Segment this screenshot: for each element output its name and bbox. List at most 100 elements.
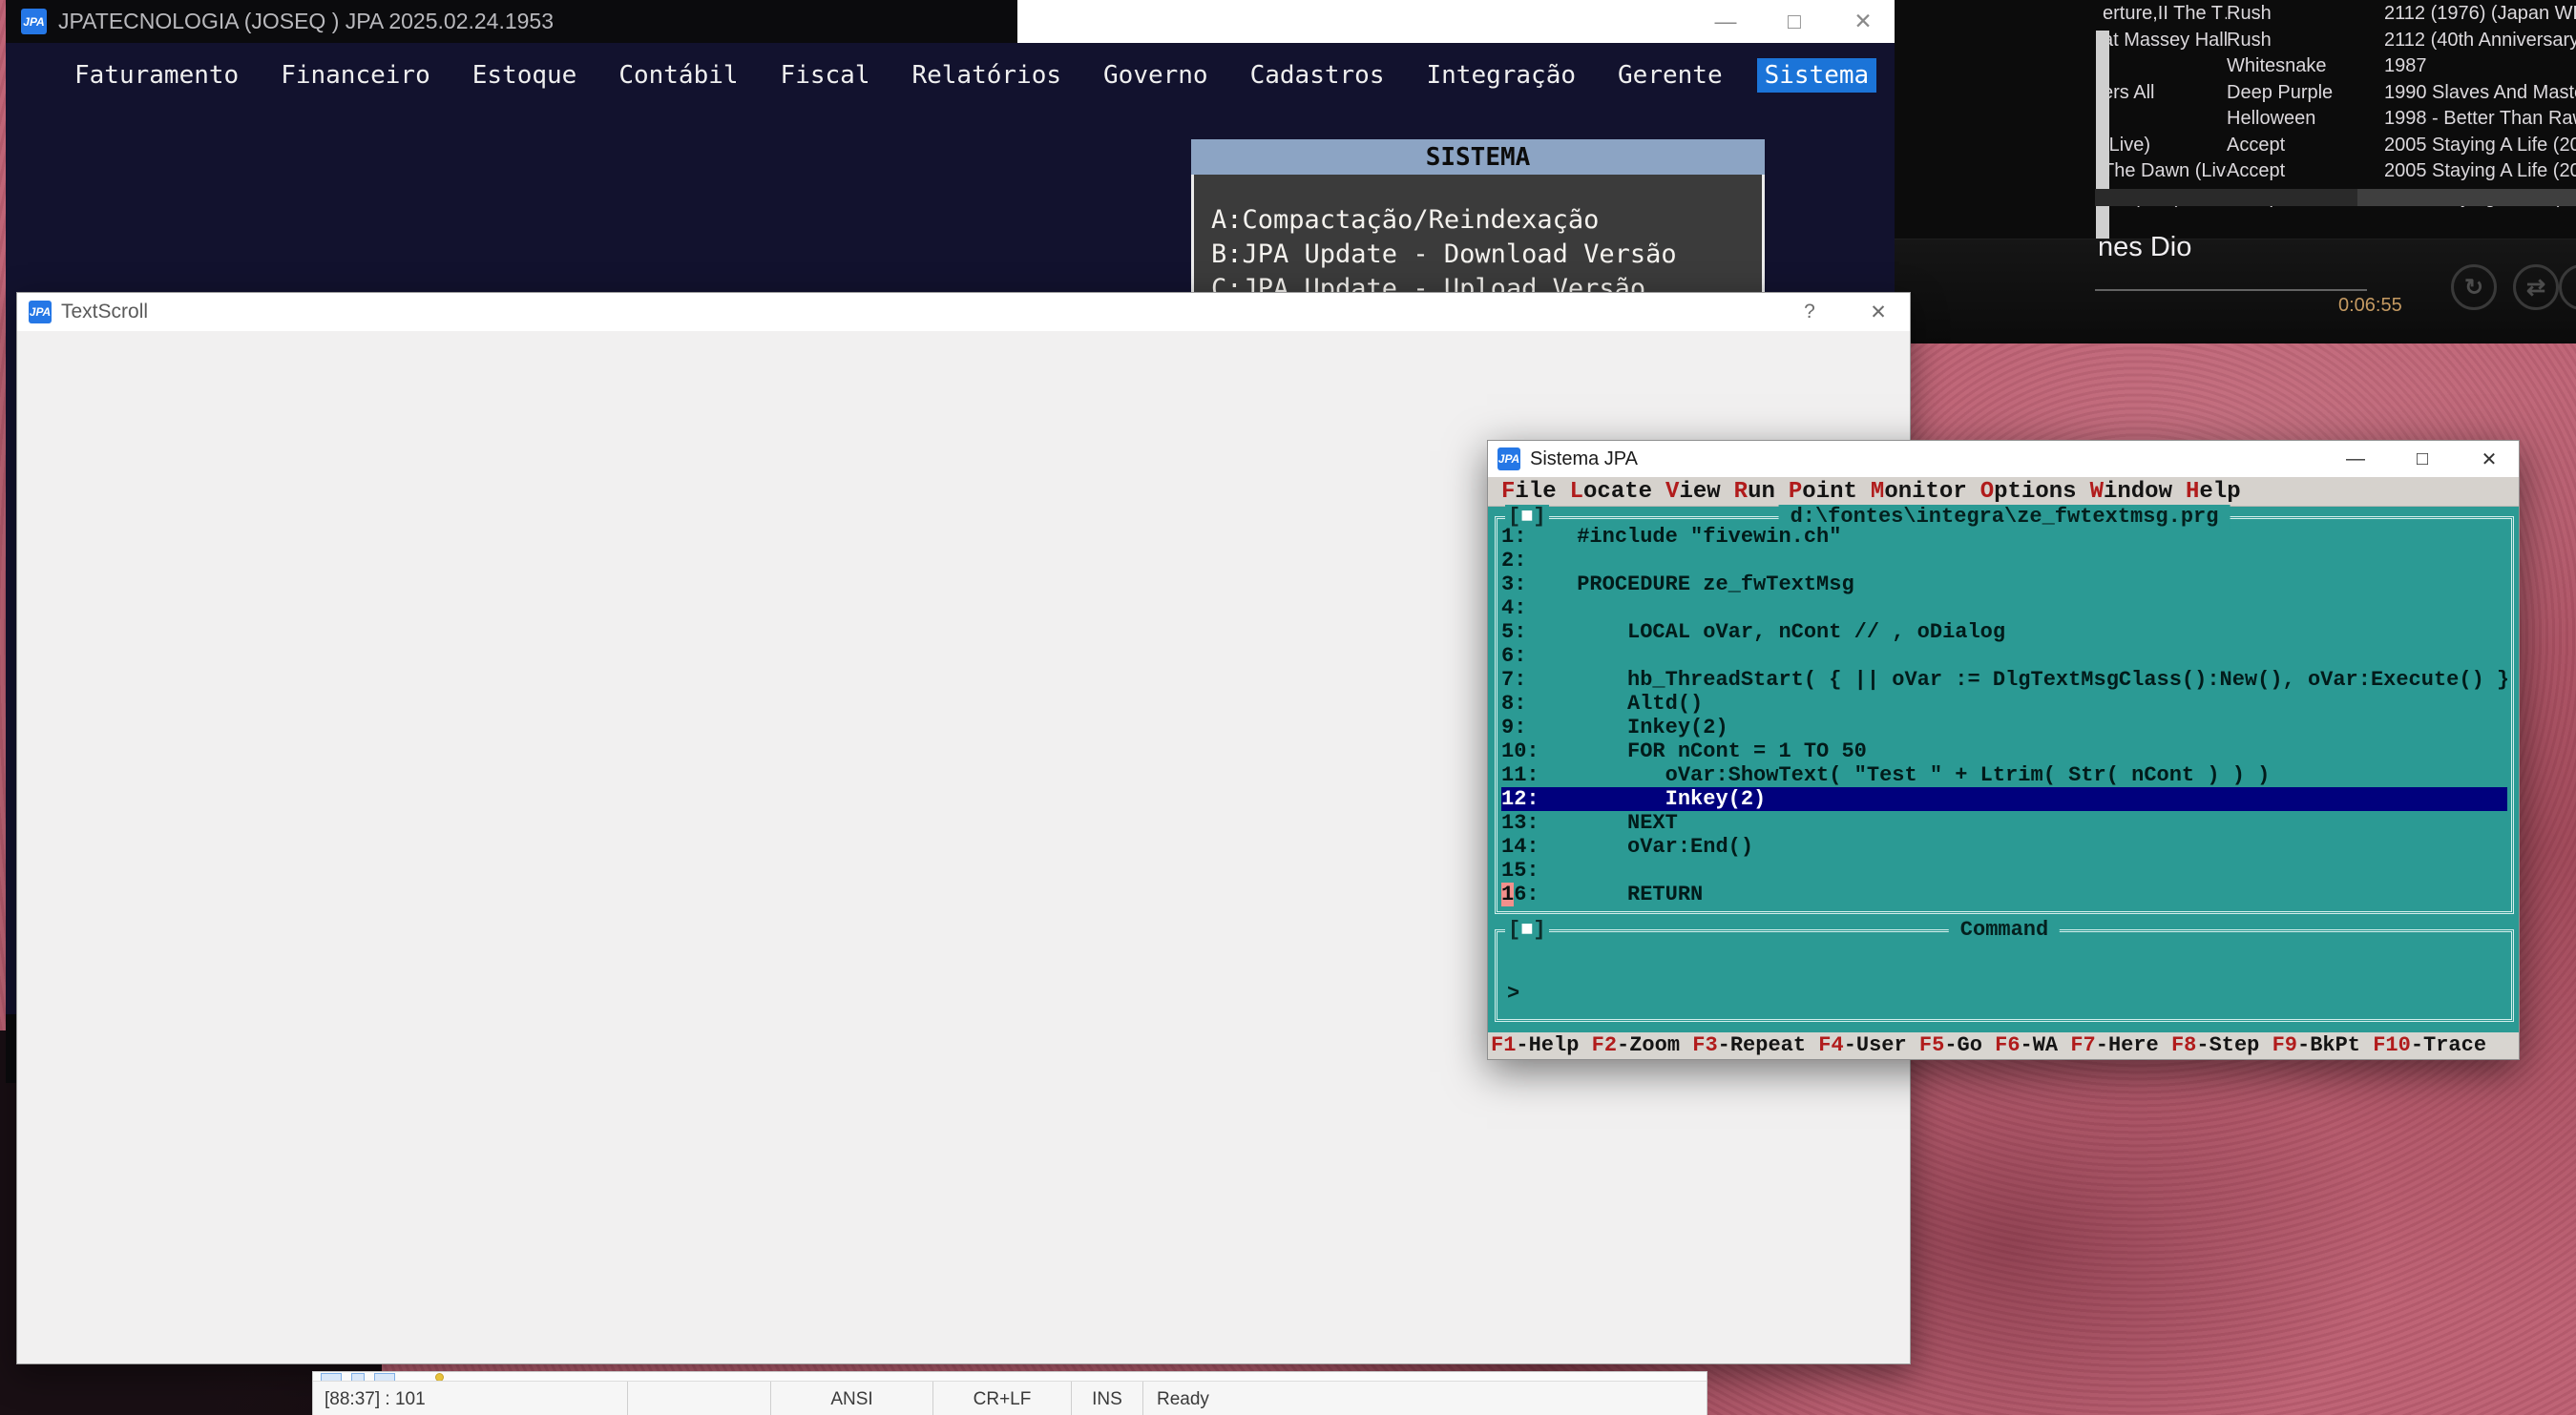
sistema-dropdown-header: SISTEMA xyxy=(1191,139,1765,175)
textscroll-title-bar[interactable]: JPA TextScroll xyxy=(17,293,1910,332)
playlist-row[interactable]: The Dawn (Live)Accept2005 Staying A Life… xyxy=(1895,158,2576,185)
line-number: 5: xyxy=(1501,620,1552,644)
code-line[interactable]: 5: LOCAL oVar, nCont // , oDialog xyxy=(1501,620,2507,644)
fkey-f4[interactable]: F4 xyxy=(1818,1033,1843,1057)
command-prompt[interactable]: > xyxy=(1507,982,1519,1006)
maximize-icon[interactable]: □ xyxy=(1765,0,1824,43)
track-album: 2005 Staying A Life (2005 xyxy=(2384,133,2576,159)
playlist-row[interactable]: erture,II The T…Rush2112 (1976) (Japan W… xyxy=(1895,1,2576,28)
toolbar-icon-fragment[interactable] xyxy=(321,1373,342,1381)
code-line[interactable]: 8: Altd() xyxy=(1501,692,2507,716)
code-line[interactable]: 1: #include "fivewin.ch" xyxy=(1501,525,2507,549)
playlist-row[interactable]: (Live)Accept2005 Staying A Life (2005 xyxy=(1895,133,2576,159)
menu-item-relatorios[interactable]: Relatórios xyxy=(904,58,1069,93)
help-icon[interactable]: ? xyxy=(1781,293,1838,331)
menu-item-sistema[interactable]: Sistema xyxy=(1757,58,1877,93)
playlist-row[interactable]: Whitesnake1987 xyxy=(1895,53,2576,80)
status-cell-3: CR+LF xyxy=(933,1382,1072,1415)
playlist-scrollbar-vertical[interactable] xyxy=(2096,31,2109,240)
code-line[interactable]: 4: xyxy=(1501,596,2507,620)
main-title-bar[interactable]: JPA JPATECNOLOGIA (JOSEQ ) JPA 2025.02.2… xyxy=(6,0,1017,43)
fkey-f10[interactable]: F10 xyxy=(2373,1033,2411,1057)
debugger-menu-file[interactable]: File xyxy=(1501,479,1557,505)
repeat-icon[interactable]: ↻ xyxy=(2451,264,2497,310)
fkey-f1[interactable]: F1 xyxy=(1491,1033,1516,1057)
toolbar-icon-fragment[interactable] xyxy=(374,1373,395,1381)
debugger-menu-monitor[interactable]: Monitor xyxy=(1871,479,1967,505)
status-cell-4: INS xyxy=(1072,1382,1143,1415)
debugger-title: Sistema JPA xyxy=(1530,448,1638,470)
code-line[interactable]: 16: RETURN xyxy=(1501,883,2507,906)
debugger-menu-point[interactable]: Point xyxy=(1789,479,1857,505)
close-icon[interactable]: ✕ xyxy=(1850,293,1907,331)
fkey-f5[interactable]: F5 xyxy=(1919,1033,1944,1057)
now-playing-title: nes Dio xyxy=(2098,232,2191,263)
breakpoint-marker[interactable]: 1 xyxy=(1501,883,1514,906)
command-panel[interactable]: [■] Command > xyxy=(1495,929,2514,1022)
dropdown-item-a[interactable]: A:Compactação/Reindexação xyxy=(1211,203,1762,238)
status-cell-0: [88:37] : 101 xyxy=(313,1382,628,1415)
code-line[interactable]: 2: xyxy=(1501,549,2507,572)
minimize-icon[interactable]: — xyxy=(1696,0,1755,43)
fkey-f3[interactable]: F3 xyxy=(1692,1033,1717,1057)
queue-icon[interactable]: ≡ xyxy=(2559,264,2576,310)
maximize-icon[interactable]: □ xyxy=(2395,441,2450,477)
playlist-scrollbar-horizontal[interactable] xyxy=(2095,189,2576,206)
track-artist: Accept xyxy=(2227,133,2384,159)
track-artist: Rush xyxy=(2227,1,2384,28)
close-icon[interactable]: ✕ xyxy=(1833,0,1893,43)
code-line[interactable]: 14: oVar:End() xyxy=(1501,835,2507,859)
debugger-menu-options[interactable]: Options xyxy=(1980,479,2077,505)
line-number: 7: xyxy=(1501,668,1552,692)
fkey-f2[interactable]: F2 xyxy=(1592,1033,1617,1057)
menu-item-faturamento[interactable]: Faturamento xyxy=(67,58,246,93)
toolbar-icon-fragment[interactable] xyxy=(435,1373,444,1381)
menu-item-governo[interactable]: Governo xyxy=(1096,58,1216,93)
track-album: 1998 - Better Than Raw: B xyxy=(2384,106,2576,133)
sistema-dropdown-items: A:Compactação/ReindexaçãoB:JPA Update - … xyxy=(1191,175,1765,305)
debugger-menu-window[interactable]: Window xyxy=(2090,479,2172,505)
code-line[interactable]: 10: FOR nCont = 1 TO 50 xyxy=(1501,739,2507,763)
menu-item-integracao[interactable]: Integração xyxy=(1418,58,1583,93)
code-line[interactable]: 3: PROCEDURE ze_fwTextMsg xyxy=(1501,572,2507,596)
playlist-row[interactable]: Helloween1998 - Better Than Raw: B xyxy=(1895,106,2576,133)
code-line[interactable]: 7: hb_ThreadStart( { || oVar := DlgTextM… xyxy=(1501,668,2507,692)
track-title xyxy=(2103,53,2227,80)
debugger-menu-view[interactable]: View xyxy=(1665,479,1721,505)
main-window-title: JPATECNOLOGIA (JOSEQ ) JPA 2025.02.24.19… xyxy=(58,9,554,34)
debugger-menu-locate[interactable]: Locate xyxy=(1570,479,1652,505)
code-line[interactable]: 15: xyxy=(1501,859,2507,883)
code-line[interactable]: 6: xyxy=(1501,644,2507,668)
shuffle-icon[interactable]: ⇄ xyxy=(2513,264,2559,310)
menu-item-cadastros[interactable]: Cadastros xyxy=(1243,58,1393,93)
debugger-menu-run[interactable]: Run xyxy=(1734,479,1775,505)
debugger-menu-help[interactable]: Help xyxy=(2186,479,2241,505)
fkey-f8[interactable]: F8 xyxy=(2171,1033,2196,1057)
track-album: 1987 xyxy=(2384,53,2576,80)
menu-item-financeiro[interactable]: Financeiro xyxy=(273,58,438,93)
fkey-f9[interactable]: F9 xyxy=(2272,1033,2297,1057)
track-title: (Live) xyxy=(2103,133,2227,159)
toolbar-icon-fragment[interactable] xyxy=(351,1373,365,1381)
close-icon[interactable]: ✕ xyxy=(2461,441,2517,477)
progress-line[interactable] xyxy=(2095,289,2367,291)
code-line[interactable]: 9: Inkey(2) xyxy=(1501,716,2507,739)
dropdown-item-b[interactable]: B:JPA Update - Download Versão xyxy=(1211,238,1762,272)
menu-item-estoque[interactable]: Estoque xyxy=(465,58,585,93)
playlist-row[interactable]: ers AllDeep Purple1990 Slaves And Master… xyxy=(1895,80,2576,107)
menu-item-fiscal[interactable]: Fiscal xyxy=(773,58,878,93)
sistema-dropdown: SISTEMA A:Compactação/ReindexaçãoB:JPA U… xyxy=(1191,139,1765,305)
line-number: 9: xyxy=(1501,716,1552,739)
scrollbar-thumb[interactable] xyxy=(2095,189,2357,206)
fkey-f6[interactable]: F6 xyxy=(1995,1033,2020,1057)
playlist-row[interactable]: at Massey Hall …Rush2112 (40th Anniversa… xyxy=(1895,28,2576,54)
line-number: 12: xyxy=(1501,787,1552,811)
fkey-f7[interactable]: F7 xyxy=(2070,1033,2095,1057)
menu-item-contabil[interactable]: Contábil xyxy=(611,58,745,93)
menu-item-gerente[interactable]: Gerente xyxy=(1610,58,1730,93)
code-line[interactable]: 12: Inkey(2) xyxy=(1501,787,2507,811)
code-line[interactable]: 11: oVar:ShowText( "Test " + Ltrim( Str(… xyxy=(1501,763,2507,787)
minimize-icon[interactable]: — xyxy=(2328,441,2383,477)
code-line[interactable]: 13: NEXT xyxy=(1501,811,2507,835)
source-code-panel[interactable]: [■] d:\fontes\integra\ze_fwtextmsg.prg 1… xyxy=(1495,516,2514,914)
